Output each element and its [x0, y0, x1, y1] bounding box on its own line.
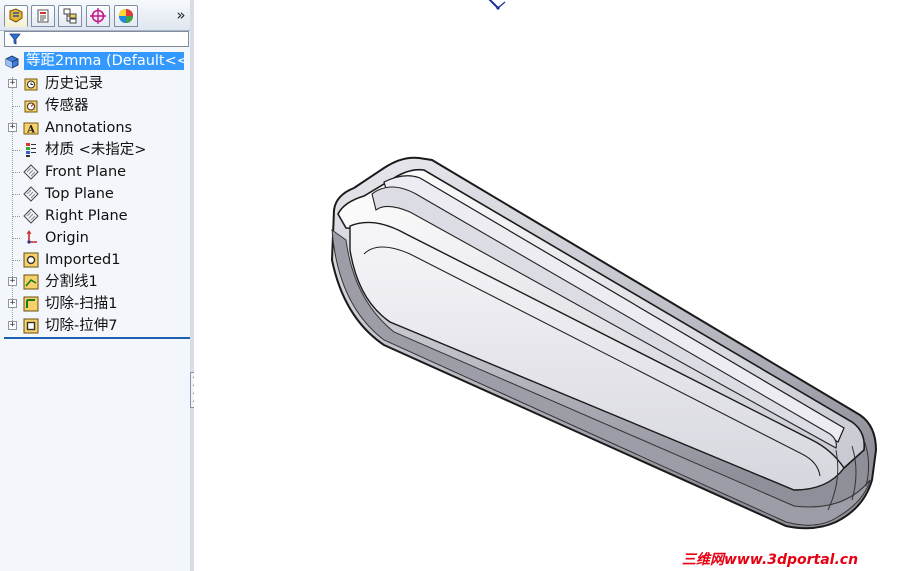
tree-stub [12, 238, 20, 239]
tree-item-split-line1[interactable]: + 分割线1 [0, 271, 190, 293]
expand-toggle[interactable]: + [8, 79, 17, 88]
tree-item-label: Top Plane [45, 186, 114, 202]
tree-rollback-bar[interactable] [4, 337, 190, 339]
tree-item-imported1[interactable]: Imported1 [0, 249, 190, 271]
svg-text:A: A [26, 125, 35, 136]
graphics-area[interactable]: 三维网www.3dportal.cn [194, 0, 902, 571]
tree-item-label: Origin [45, 230, 89, 246]
tree-stub [12, 260, 20, 261]
configurationmanager-icon [63, 8, 77, 24]
tree-item-cut-sweep1[interactable]: + 切除-扫描1 [0, 293, 190, 315]
3d-part-model [330, 156, 878, 530]
tree-filter-input[interactable] [4, 31, 189, 47]
tree-item-cut-extrude7[interactable]: + 切除-拉伸7 [0, 315, 190, 337]
expand-toggle[interactable]: + [8, 299, 17, 308]
tree-stub [12, 216, 20, 217]
tree-item-label: Annotations [45, 120, 133, 136]
history-icon [23, 76, 39, 92]
tree-item-top-plane[interactable]: Top Plane [0, 183, 190, 205]
part-icon [4, 54, 20, 70]
plane-icon [23, 164, 39, 180]
tree-item-label: 材质 <未指定> [45, 142, 147, 158]
plane-icon [23, 208, 39, 224]
displaymanager-icon [119, 9, 133, 23]
tree-item-sensors[interactable]: 传感器 [0, 95, 190, 117]
tree-stub [12, 150, 20, 151]
tree-item-material[interactable]: 材质 <未指定> [0, 139, 190, 161]
sensor-icon [23, 98, 39, 114]
tree-root-part[interactable]: 等距2mma (Default<< [0, 51, 190, 73]
featuremanager-icon [9, 8, 23, 23]
reference-triad-icon [488, 0, 506, 10]
tree-item-label: 切除-拉伸7 [45, 318, 118, 334]
tab-dimxpertmanager[interactable] [86, 5, 110, 27]
tree-item-history[interactable]: + 历史记录 [0, 73, 190, 95]
expand-tabs-button[interactable]: » [173, 6, 189, 24]
tree-item-label: 传感器 [45, 98, 89, 114]
panel-tab-bar: » [0, 0, 190, 31]
tab-featuremanager[interactable] [4, 5, 28, 27]
propertymanager-icon [37, 9, 49, 23]
tree-stub [12, 172, 20, 173]
tree-item-right-plane[interactable]: Right Plane [0, 205, 190, 227]
cut-extrude-icon [23, 318, 39, 334]
tree-stub [12, 106, 20, 107]
split-line-icon [23, 274, 39, 290]
tree-item-origin[interactable]: Origin [0, 227, 190, 249]
tab-configurationmanager[interactable] [58, 5, 82, 27]
tree-item-front-plane[interactable]: Front Plane [0, 161, 190, 183]
plane-icon [23, 186, 39, 202]
expand-toggle[interactable]: + [8, 123, 17, 132]
expand-toggle[interactable]: + [8, 321, 17, 330]
tree-item-label: 分割线1 [45, 274, 98, 290]
feature-manager-panel: » 等距2mma (Default<< + 历史记录 传感器 + A Annot… [0, 0, 191, 571]
tree-item-annotations[interactable]: + A Annotations [0, 117, 190, 139]
tree-item-label: Front Plane [45, 164, 127, 180]
tree-item-label: Right Plane [45, 208, 128, 224]
origin-icon [23, 230, 39, 246]
material-icon [23, 142, 39, 158]
filter-icon [9, 33, 21, 45]
tab-displaymanager[interactable] [114, 5, 138, 27]
tab-propertymanager[interactable] [31, 5, 55, 27]
expand-toggle[interactable]: + [8, 277, 17, 286]
tree-stub [12, 194, 20, 195]
tree-item-label: 切除-扫描1 [45, 296, 118, 312]
tree-item-label: Imported1 [45, 252, 121, 268]
cut-sweep-icon [23, 296, 39, 312]
imported-icon [23, 252, 39, 268]
watermark-text: 三维网www.3dportal.cn [682, 552, 859, 568]
tree-item-label: 历史记录 [45, 76, 103, 92]
tree-root-label: 等距2mma (Default<< [24, 52, 184, 70]
annotations-icon: A [23, 120, 39, 136]
dimxpertmanager-icon [90, 8, 106, 24]
